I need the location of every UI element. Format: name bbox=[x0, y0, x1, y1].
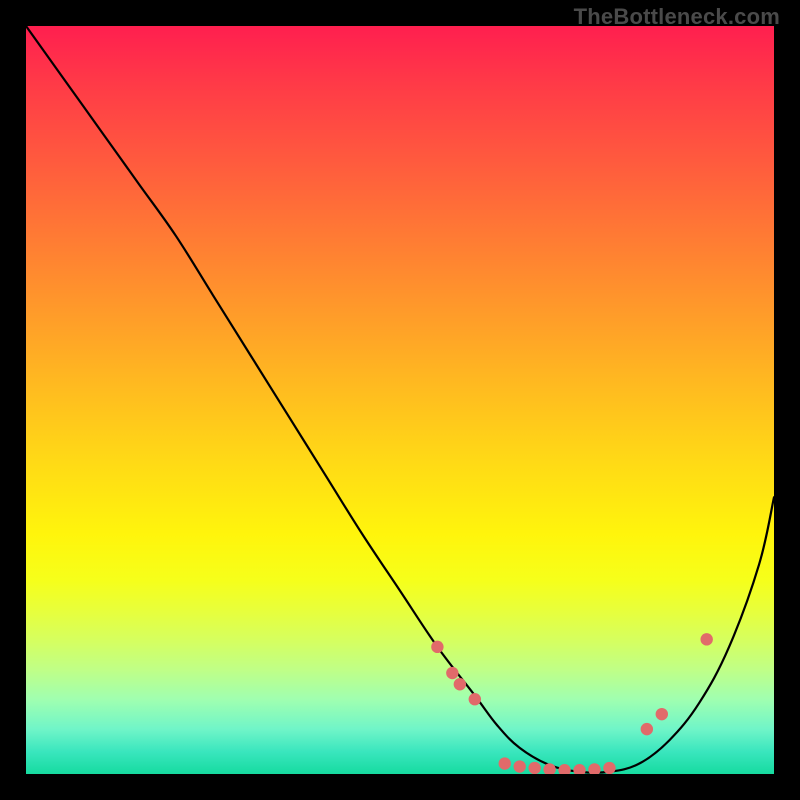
bottleneck-curve bbox=[26, 26, 774, 773]
data-dot bbox=[469, 693, 481, 705]
curve-dots bbox=[431, 633, 713, 774]
data-dot bbox=[700, 633, 712, 645]
data-dot bbox=[446, 667, 458, 679]
data-dot bbox=[588, 763, 600, 774]
plot-area bbox=[26, 26, 774, 774]
data-dot bbox=[603, 762, 615, 774]
attribution-watermark: TheBottleneck.com bbox=[574, 4, 780, 30]
data-dot bbox=[454, 678, 466, 690]
data-dot bbox=[431, 641, 443, 653]
data-dot bbox=[499, 757, 511, 769]
data-dot bbox=[558, 764, 570, 774]
chart-frame: TheBottleneck.com bbox=[0, 0, 800, 800]
data-dot bbox=[513, 760, 525, 772]
curve-layer bbox=[26, 26, 774, 774]
data-dot bbox=[528, 762, 540, 774]
data-dot bbox=[543, 763, 555, 774]
data-dot bbox=[641, 723, 653, 735]
data-dot bbox=[656, 708, 668, 720]
data-dot bbox=[573, 764, 585, 774]
